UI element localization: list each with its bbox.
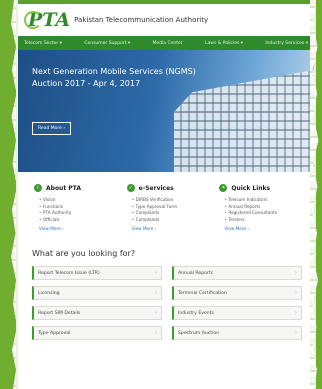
nav-item-telecom-sector[interactable]: Telecom Sector ▾: [24, 41, 62, 46]
lookup-item-label: Terminal Certification: [178, 290, 227, 296]
info-icon: i: [34, 184, 42, 192]
card-header: ✓ e-Services: [126, 184, 212, 192]
lookup-item-report-sim-details[interactable]: Report SIM Details ›: [32, 306, 162, 320]
info-cards: i About PTA Vision Functions PTA Authori…: [18, 172, 314, 231]
nav-item-media-center[interactable]: Media Center: [153, 41, 183, 46]
lookup-grid: Report Telecom Issue (LTR) › Annual Repo…: [18, 266, 314, 340]
chevron-right-icon: ›: [155, 310, 157, 316]
hero-title: Next Generation Mobile Services (NGMS) A…: [32, 67, 196, 88]
chevron-right-icon: ›: [295, 330, 297, 336]
hero-banner: Next Generation Mobile Services (NGMS) A…: [18, 50, 314, 172]
lookup-title: What are you looking for?: [32, 249, 136, 258]
chevron-right-icon: ›: [155, 270, 157, 276]
check-icon: ✓: [126, 184, 135, 192]
site-header: PTA Pakistan Telecommunication Authority: [18, 0, 314, 36]
lookup-item-report-telecom-issue[interactable]: Report Telecom Issue (LTR) ›: [32, 266, 162, 280]
read-more-button[interactable]: Read More ›: [32, 122, 72, 135]
chevron-right-icon: ›: [155, 330, 157, 336]
card-title: About PTA: [46, 184, 81, 192]
lookup-item-terminal-certification[interactable]: Terminal Certification ›: [172, 286, 302, 300]
list-item[interactable]: Officials: [39, 217, 119, 224]
card-header: ⚭ Quick Links: [219, 184, 304, 192]
card-title: Quick Links: [231, 184, 271, 192]
lookup-item-label: Spectrum Auction: [178, 330, 220, 336]
lookup-item-label: Report SIM Details: [38, 310, 81, 316]
link-icon: ⚭: [219, 184, 228, 192]
lookup-item-type-approval[interactable]: Type Approval ›: [32, 326, 162, 340]
organization-name: Pakistan Telecommunication Authority: [74, 16, 209, 24]
card-quick-links: ⚭ Quick Links Telecom Indicators Annual …: [219, 184, 304, 231]
card-about-pta: i About PTA Vision Functions PTA Authori…: [34, 184, 119, 231]
lookup-item-label: Licensing: [38, 290, 60, 296]
lookup-item-label: Industry Events: [178, 310, 214, 316]
card-e-services: ✓ e-Services DIRBS Verification Type App…: [126, 184, 212, 231]
card-title: e-Services: [138, 184, 174, 192]
lookup-item-licensing[interactable]: Licensing ›: [32, 286, 162, 300]
view-more-link[interactable]: View More ›: [127, 226, 212, 231]
card-list: DIRBS Verification Type Approval Form Co…: [127, 197, 212, 223]
view-more-link[interactable]: View More ›: [219, 226, 304, 231]
chevron-right-icon: ›: [155, 290, 157, 296]
lookup-item-annual-reports[interactable]: Annual Reports ›: [172, 266, 302, 280]
card-header: i About PTA: [34, 184, 119, 192]
torn-edge-right: [310, 0, 319, 389]
chevron-right-icon: ›: [295, 270, 297, 276]
lookup-item-label: Type Approval: [38, 330, 71, 336]
view-more-link[interactable]: View More ›: [34, 226, 119, 231]
nav-item-consumer-support[interactable]: Consumer Support ▾: [84, 41, 130, 46]
browser-page: PTA Pakistan Telecommunication Authority…: [18, 0, 314, 389]
main-nav: Telecom Sector ▾ Consumer Support ▾ Medi…: [18, 36, 314, 50]
lookup-item-industry-events[interactable]: Industry Events ›: [172, 306, 302, 320]
nav-item-laws-policies[interactable]: Laws & Policies ▾: [205, 41, 243, 46]
nav-item-industry-services[interactable]: Industry Services ▾: [265, 41, 308, 46]
lookup-item-spectrum-auction[interactable]: Spectrum Auction ›: [172, 326, 302, 340]
lookup-item-label: Annual Reports: [178, 270, 214, 276]
pta-logo[interactable]: PTA: [23, 9, 70, 31]
list-item[interactable]: Tenders: [224, 217, 304, 224]
lookup-item-label: Report Telecom Issue (LTR): [38, 270, 100, 276]
chevron-right-icon: ›: [295, 290, 297, 296]
chevron-right-icon: ›: [295, 310, 297, 316]
card-list: Telecom Indicators Annual Reports Regist…: [219, 197, 304, 223]
list-item[interactable]: Complaints: [132, 217, 212, 224]
card-list: Vision Functions PTA Authority Officials: [34, 197, 119, 223]
